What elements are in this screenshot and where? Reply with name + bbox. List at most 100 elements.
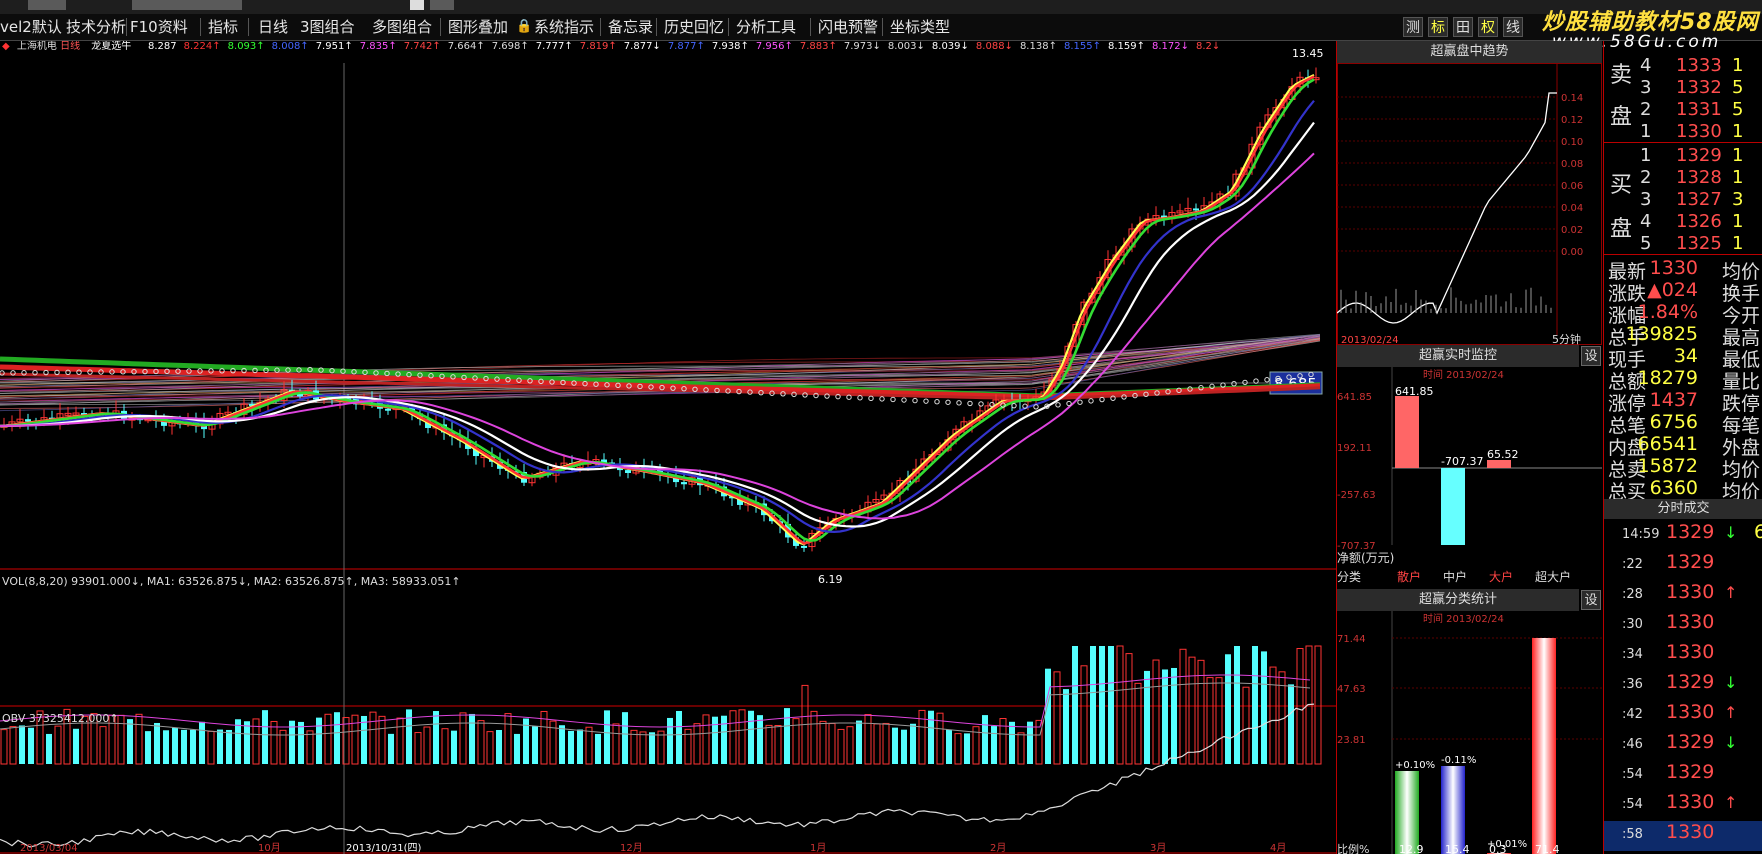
menu-item-3chart[interactable]: 3图组合 [300,17,355,37]
tick-direction-icon: ↓ [1724,733,1738,752]
toolbar-button-mark[interactable]: 标 [1428,17,1448,37]
menu-item-daily[interactable]: 日线 [258,17,288,37]
ma-value: 8.159↑ [1108,41,1145,52]
lock-icon[interactable]: 🔒 [516,17,532,37]
strip-button[interactable] [430,0,454,10]
tick-direction-icon: ↑ [1724,793,1738,812]
ma-values: 8.287 8.224↑ 8.093↑ 8.008↑ 7.951↑ 7.835↑ 7.742… [148,41,1220,52]
tick-price: 1329 [1666,731,1715,753]
volume-bar [910,723,916,764]
stats-time: 时间 2013/02/24 [1423,612,1504,625]
stats-tick: 23.81 [1337,735,1366,746]
buy-row: 1 1329 1 [1604,145,1762,167]
volume-bar [1252,646,1258,764]
tick-time: 14:59 [1622,527,1660,542]
tick-time: :58 [1622,827,1643,842]
toolbar-button-grid[interactable]: 田 [1453,17,1473,37]
ma-dot [901,397,907,403]
volume-bar [721,715,727,764]
candle-body [681,482,687,485]
kline-chart[interactable]: 8.685 ◆ 上海机电 日线 龙夏选牛 8.287 8.224↑ 8.093↑ 8.… [0,41,1336,854]
menu-item-layout[interactable]: vel2默认 [0,17,62,37]
ma-value: 8.093↑ [228,41,265,52]
sell-level: 3 [1640,77,1652,98]
intraday-tick: 0.12 [1561,115,1583,126]
volume-bar [172,727,178,764]
menu-item-tech-analysis[interactable]: 技术分析 [66,17,126,37]
monitor-bar-label: -707.37 [1441,455,1483,468]
volume-bar [0,729,8,765]
date-label: 1月 [810,842,826,854]
stat-value: 139825 [1625,323,1698,345]
ma-dot [1099,396,1105,403]
menu-bar: vel2默认 技术分析 F10资料 指标 日线 3图组合 多图组合 图形叠加 🔒… [0,14,1762,41]
volume-bar [649,732,655,764]
volume-bar [1206,677,1214,765]
strip-tab[interactable] [132,0,242,10]
volume-bar [1090,646,1096,764]
volume-bar [1125,653,1133,765]
menu-divider [656,18,657,36]
volume-bar [244,721,250,764]
menu-item-overlay[interactable]: 图形叠加 [448,17,508,37]
volume-bar [954,733,962,765]
volume-bar [217,729,223,764]
sell-price: 1331 [1676,99,1722,120]
tick-price: 1329 [1666,521,1715,543]
tick-direction-icon: ↑ [1724,583,1738,602]
ma-value: 7.835↑ [360,41,397,52]
menu-item-indicator[interactable]: 指标 [208,17,238,37]
menu-item-tools[interactable]: 分析工具 [736,17,796,37]
volume-bar [1162,669,1168,764]
menu-item-alert[interactable]: 闪电预警 [818,17,878,37]
volume-bar [306,730,314,765]
quote-panel: 4 1333 1 3 1332 5 2 1331 5 1 1330 1 1 1329 1 2 1328 1 3 13… [1603,41,1762,854]
volume-bar [765,724,773,765]
stats-settings-button[interactable]: 设 [1581,590,1601,610]
strip-button[interactable] [410,0,424,10]
ma-value: 8.2↓ [1196,41,1220,52]
tick-price: 1330 [1666,821,1715,843]
sell-level: 2 [1640,99,1652,120]
menu-item-multichart[interactable]: 多图组合 [372,17,432,37]
menu-divider [440,18,441,36]
buy-volume: 1 [1732,167,1744,188]
toolbar-button-line[interactable]: 线 [1503,17,1523,37]
period-tag: 日线 [60,41,80,52]
volume-bar [226,729,232,764]
ma-value: 7.877↓ [624,41,661,52]
volume-bar [514,733,520,764]
volume-bar [810,710,818,765]
menu-item-memo[interactable]: 备忘录 [608,17,653,37]
volume-bar [486,731,494,765]
menu-item-system-signal[interactable]: 系统指示 [534,17,594,37]
volume-bar [1063,689,1069,764]
intraday-tick: 0.00 [1561,247,1583,258]
volume-bar [73,728,79,764]
menu-item-f10[interactable]: F10资料 [130,17,188,37]
monitor-settings-button[interactable]: 设 [1581,346,1601,366]
toolbar-button-rights[interactable]: 权 [1478,17,1498,37]
strip-tab[interactable] [28,0,66,10]
buy-level: 4 [1640,211,1652,232]
stats-tick: 71.44 [1337,634,1366,645]
menu-item-history[interactable]: 历史回忆 [664,17,724,37]
ma-value: 7.742↑ [404,41,441,52]
candle-body [801,545,807,548]
monitor-category: 散户 [1397,569,1421,584]
intraday-tick: 0.10 [1561,137,1583,148]
ma-dot [879,396,885,402]
intraday-chart[interactable]: 0.14 0.12 0.10 0.08 0.06 0.04 0.02 0.00 2013/02… [1337,63,1602,345]
low-price-label: 6.19 [818,573,843,586]
toolbar-button-measure[interactable]: 测 [1403,17,1423,37]
volume-bar [577,729,583,764]
stats-bottom-value: 71.4 [1535,843,1560,854]
menu-item-axis-type[interactable]: 坐标类型 [890,17,950,37]
ma-dot [945,399,951,405]
menu-divider [126,18,127,36]
stat-row: 涨停 1437 跌停 [1604,389,1762,415]
volume-header: VOL(8,8,20) 93901.000↓, MA1: 63526.875↓,… [2,575,461,588]
date-label: 2月 [990,842,1006,854]
sell-side-label-top: 卖 [1610,63,1633,88]
stats-bottom-value: 0.3 [1489,843,1507,854]
